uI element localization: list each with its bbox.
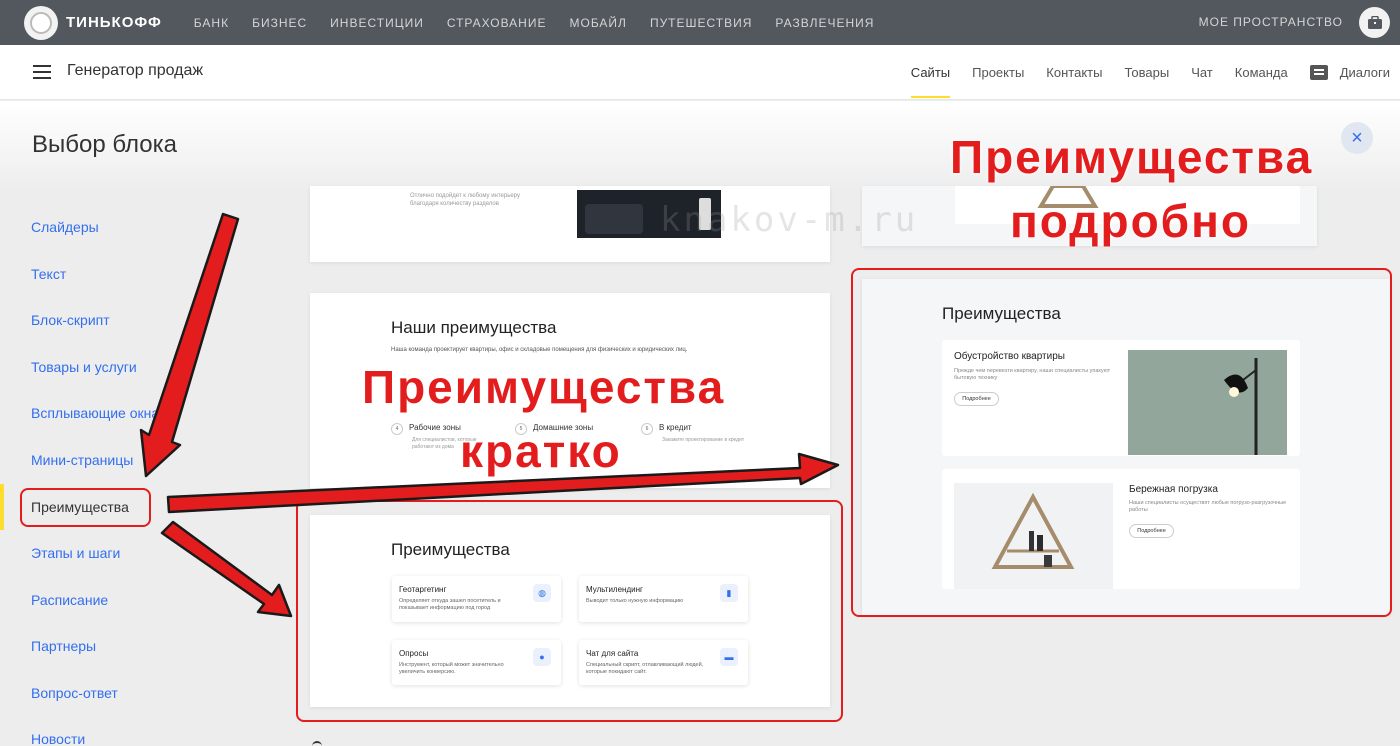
selected-indicator <box>0 484 4 530</box>
highlight-detailed-preview <box>851 268 1392 617</box>
header-tab-chat[interactable]: Чат <box>1191 45 1213 100</box>
category-stages[interactable]: Этапы и шаги <box>31 545 120 561</box>
dialogs-icon <box>1309 65 1328 80</box>
advantage-item: 4 Рабочие зоны <box>391 423 461 435</box>
watermark: knakov-m.ru <box>660 200 919 240</box>
top-nav-bank[interactable]: БАНК <box>194 16 229 30</box>
header-tab-dialogs[interactable]: Диалоги <box>1309 45 1390 100</box>
menu-icon[interactable] <box>33 65 51 79</box>
top-nav: БАНК БИЗНЕС ИНВЕСТИЦИИ СТРАХОВАНИЕ МОБАЙ… <box>194 16 898 30</box>
item-desc: Закажите проектирование в кредит <box>662 437 745 443</box>
top-nav-entertainment[interactable]: РАЗВЛЕЧЕНИЯ <box>775 16 874 30</box>
annotation-detailed-line2: подробно <box>1010 195 1251 247</box>
close-icon: × <box>1351 126 1363 149</box>
next-section-peek <box>312 741 322 746</box>
item-label: В кредит <box>659 423 692 432</box>
category-news[interactable]: Новости <box>31 731 85 746</box>
header-tab-contacts[interactable]: Контакты <box>1046 45 1102 100</box>
item-number: 4 <box>391 423 403 435</box>
header-tab-team[interactable]: Команда <box>1235 45 1288 100</box>
annotation-short-line1: Преимущества <box>362 361 726 413</box>
crest-icon <box>24 5 58 40</box>
advantage-item: 6 В кредит <box>641 423 692 435</box>
top-nav-mobile[interactable]: МОБАЙЛ <box>569 16 626 30</box>
header-tab-projects[interactable]: Проекты <box>972 45 1024 100</box>
dialogs-label: Диалоги <box>1339 65 1390 80</box>
top-nav-investments[interactable]: ИНВЕСТИЦИИ <box>330 16 424 30</box>
our-advantages-title: Наши преимущества <box>391 318 557 337</box>
app-title: Генератор продаж <box>67 62 204 79</box>
top-nav-travel[interactable]: ПУТЕШЕСТВИЯ <box>650 16 752 30</box>
tinkoff-logo[interactable]: ТИНЬКОФФ <box>24 5 162 40</box>
category-faq[interactable]: Вопрос-ответ <box>31 685 118 701</box>
highlight-short-preview <box>296 500 843 722</box>
our-advantages-subtitle: Наша команда проектирует квартиры, офис … <box>391 347 688 353</box>
category-block-script[interactable]: Блок-скрипт <box>31 312 110 328</box>
header-tab-goods[interactable]: Товары <box>1124 45 1169 100</box>
page-title: Выбор блока <box>32 131 178 158</box>
annotation-detailed-line1: Преимущества <box>950 131 1314 183</box>
briefcase-icon[interactable] <box>1359 7 1390 38</box>
top-nav-insurance[interactable]: СТРАХОВАНИЕ <box>447 16 547 30</box>
category-schedule[interactable]: Расписание <box>31 592 108 608</box>
header-tab-sites[interactable]: Сайты <box>910 45 951 100</box>
top-navigation-bar: ТИНЬКОФФ БАНК БИЗНЕС ИНВЕСТИЦИИ СТРАХОВА… <box>0 0 1400 45</box>
category-goods-services[interactable]: Товары и услуги <box>31 359 137 375</box>
annotation-short-line2: кратко <box>460 425 622 477</box>
category-popups[interactable]: Всплывающие окна <box>31 405 159 421</box>
category-mini-pages[interactable]: Мини-страницы <box>31 452 133 468</box>
category-partners[interactable]: Партнеры <box>31 638 96 654</box>
app-header: Генератор продаж Сайты Проекты Контакты … <box>0 45 1400 100</box>
preview-top-text: Отлично подойдет к любому интерьеру благ… <box>410 193 520 207</box>
top-nav-business[interactable]: БИЗНЕС <box>252 16 307 30</box>
category-sliders[interactable]: Слайдеры <box>31 219 99 235</box>
item-number: 6 <box>641 423 653 435</box>
item-label: Рабочие зоны <box>409 423 461 432</box>
highlight-sidebar-advantages <box>20 488 151 527</box>
header-nav: Сайты Проекты Контакты Товары Чат Команд… <box>910 45 1400 100</box>
logo-text: ТИНЬКОФФ <box>66 14 162 31</box>
close-button[interactable]: × <box>1341 122 1373 154</box>
category-text[interactable]: Текст <box>31 266 66 282</box>
my-space-link[interactable]: МОЕ ПРОСТРАНСТВО <box>1199 15 1343 29</box>
